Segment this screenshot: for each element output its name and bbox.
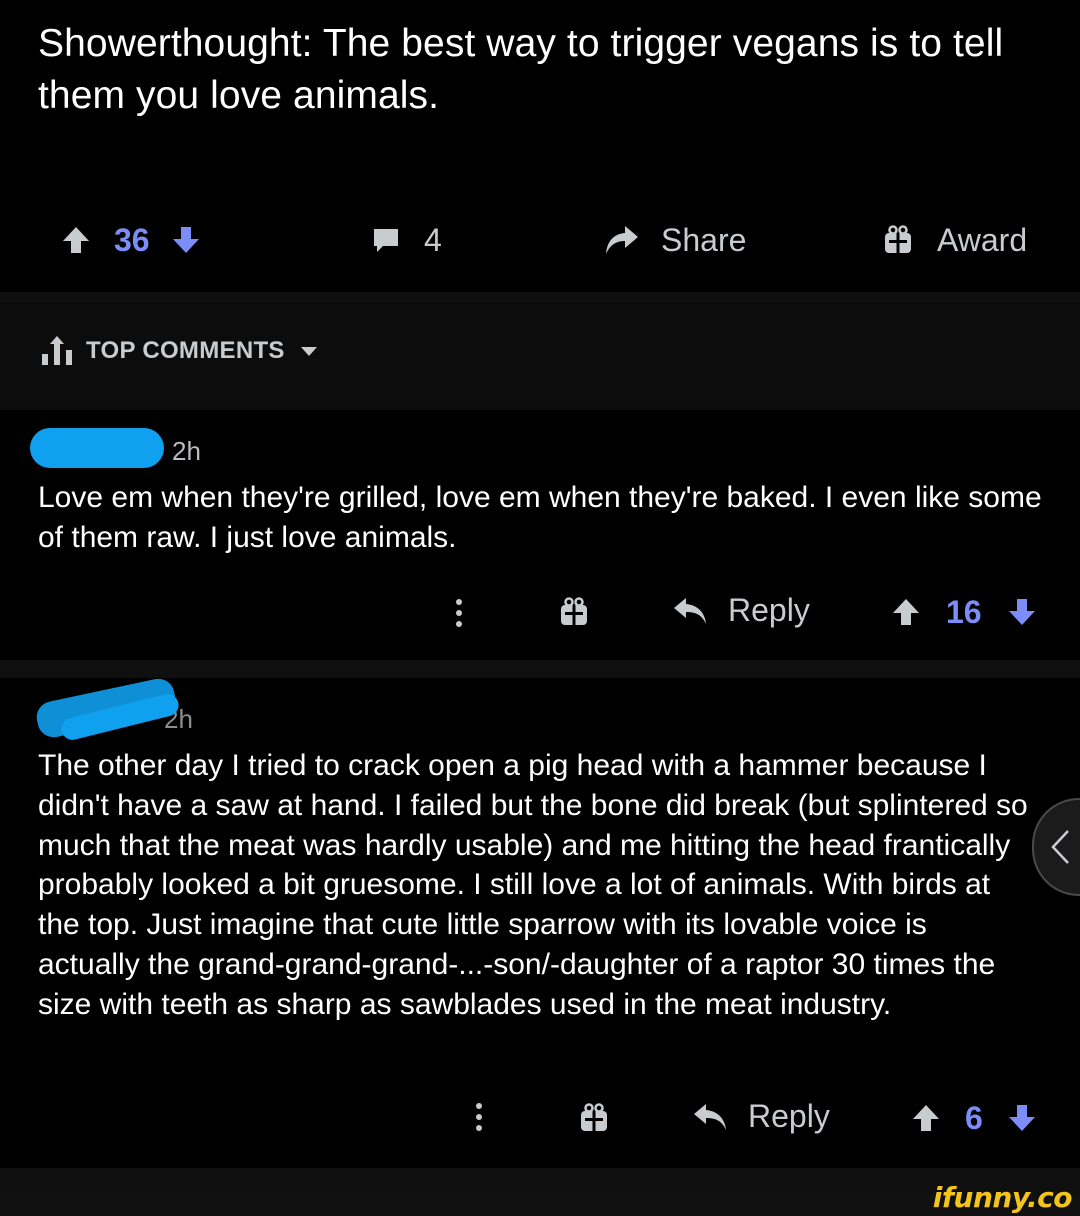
more-icon[interactable] [452, 598, 466, 628]
post-share-button[interactable]: Share [603, 205, 746, 275]
post-comments-button[interactable]: 4 [370, 205, 442, 275]
bottom-bar [0, 1194, 1080, 1216]
watermark: ifunny.co [932, 1181, 1073, 1214]
downvote-icon[interactable] [1006, 596, 1038, 628]
reply-icon [694, 1103, 726, 1130]
reply-icon [674, 597, 706, 624]
more-icon[interactable] [472, 1102, 486, 1132]
comment-divider [0, 660, 1080, 678]
gift-icon[interactable] [558, 596, 590, 628]
redacted-username [30, 428, 164, 468]
sort-icon [42, 336, 72, 365]
comment-vote-count: 6 [965, 1100, 983, 1136]
upvote-icon[interactable] [890, 596, 922, 628]
post-award-button[interactable]: Award [883, 205, 1027, 275]
reply-label: Reply [748, 1098, 830, 1134]
post-vote-group: 36 [60, 205, 202, 275]
comment-card: cyr 2h The other day I tried to crack op… [0, 675, 1080, 1168]
comment-card: 2h Love em when they're grilled, love em… [0, 410, 1080, 660]
chevron-left-icon [1051, 830, 1069, 864]
share-icon [606, 226, 638, 254]
comment-sort-dropdown[interactable]: TOP COMMENTS [40, 334, 319, 368]
comment-body: Love em when they're grilled, love em wh… [38, 481, 1042, 554]
comment-sort-bar: TOP COMMENTS [0, 302, 1080, 410]
comment-icon [374, 229, 398, 252]
upvote-icon[interactable] [60, 224, 92, 256]
gift-icon[interactable] [578, 1102, 610, 1134]
award-icon [885, 225, 911, 253]
reply-button[interactable]: Reply [672, 592, 810, 629]
comment-timestamp: 2h [172, 436, 201, 466]
section-divider [0, 292, 1080, 302]
upvote-icon[interactable] [910, 1102, 942, 1134]
comment-vote-count: 16 [946, 594, 982, 630]
chevron-down-icon [300, 347, 317, 356]
downvote-icon[interactable] [1006, 1102, 1038, 1134]
post-title: Showerthought: The best way to trigger v… [38, 22, 1004, 117]
comment-action-row: Reply 6 [0, 1088, 1080, 1148]
award-label: Award [937, 221, 1028, 258]
reply-button[interactable]: Reply [692, 1098, 830, 1135]
comment-body: The other day I tried to crack open a pi… [38, 749, 1028, 1021]
comment-divider [0, 1168, 1080, 1194]
reply-label: Reply [728, 592, 810, 628]
post-action-bar: 36 4 Share Award [0, 205, 1080, 275]
share-label: Share [661, 221, 747, 258]
post-vote-count: 36 [114, 221, 150, 258]
sort-label: TOP COMMENTS [86, 337, 285, 364]
downvote-icon[interactable] [170, 224, 202, 256]
comment-action-row: Reply 16 [0, 582, 1080, 642]
post-comments-count: 4 [424, 221, 442, 258]
